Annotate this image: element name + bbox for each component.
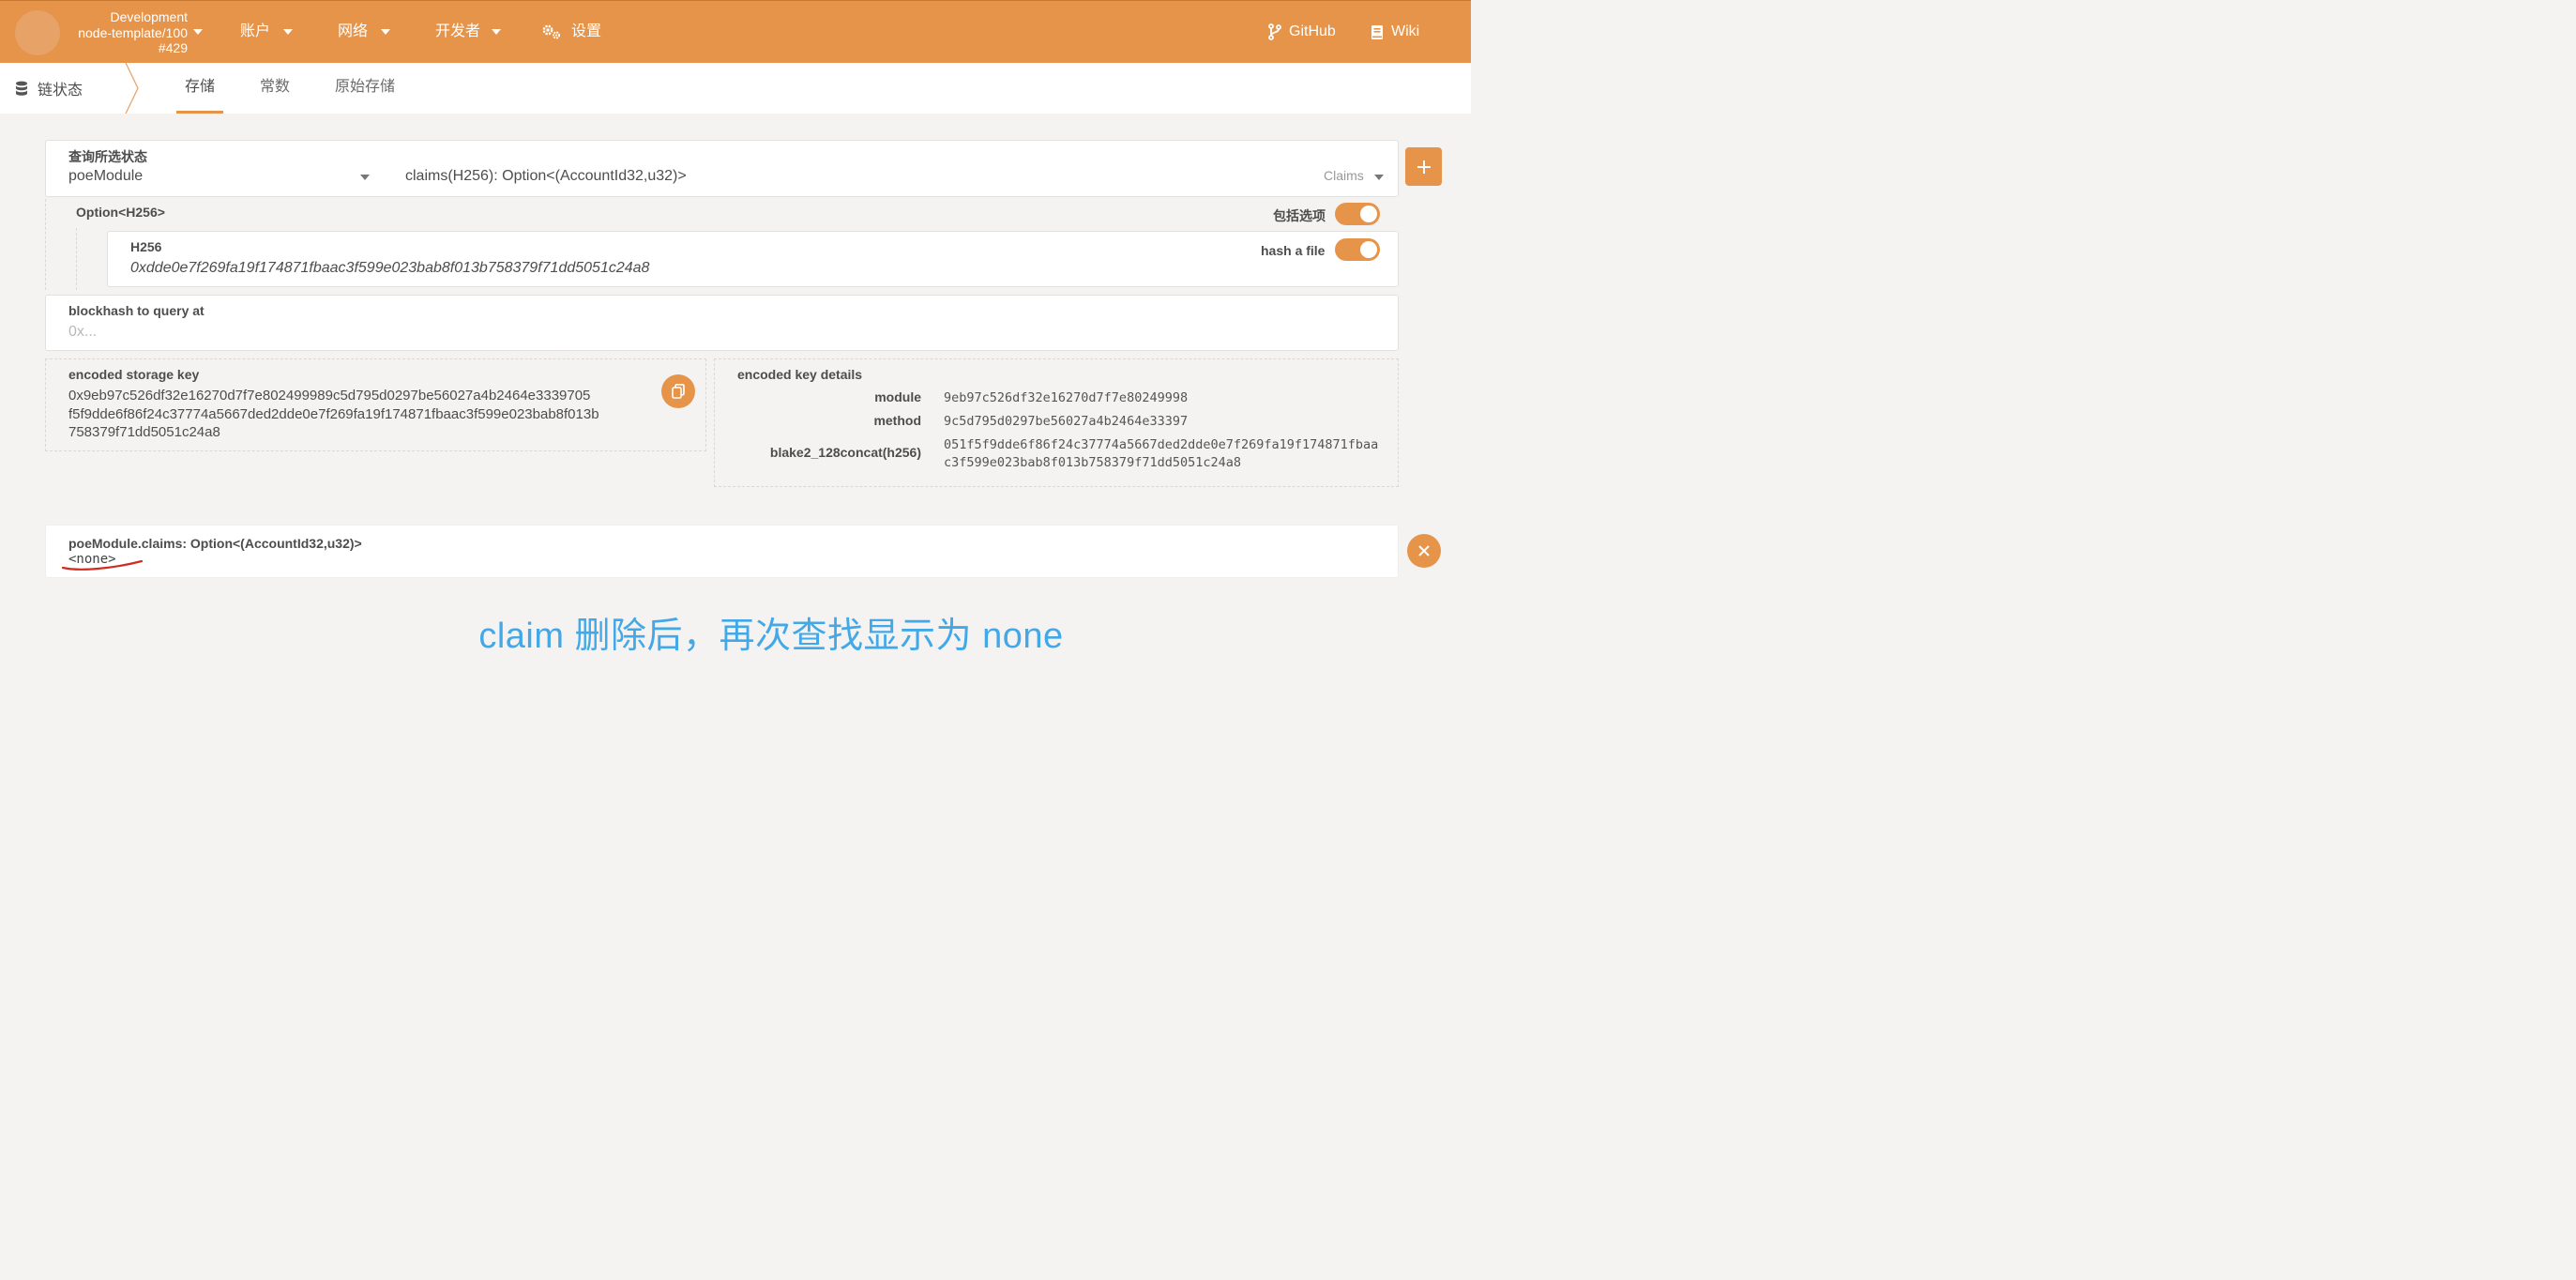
query-result-card: poeModule.claims: Option<(AccountId32,u3… (45, 525, 1399, 578)
chevron-down-icon[interactable] (360, 175, 370, 180)
close-icon (1418, 545, 1430, 556)
h256-value[interactable]: 0xdde0e7f269fa19f174871fbaac3f599e023bab… (130, 260, 649, 277)
hash-file-toggle[interactable] (1335, 238, 1380, 261)
chain-runtime: node-template/100 (78, 24, 188, 40)
book-icon (1371, 24, 1383, 39)
include-option-toggle[interactable] (1335, 203, 1380, 225)
encoded-storage-key-box: encoded storage key 0x9eb97c526df32e1627… (45, 358, 706, 451)
h256-label: H256 (130, 239, 162, 254)
chain-logo[interactable] (15, 10, 60, 55)
chevron-down-icon[interactable] (1374, 175, 1384, 180)
chain-selector[interactable]: Development node-template/100 #429 (66, 9, 188, 56)
encoded-key-line: 0x9eb97c526df32e16270d7f7e802499989c5d79… (68, 388, 591, 404)
chain-network: Development (110, 9, 189, 24)
chevron-down-icon[interactable] (193, 29, 203, 35)
hash-file-label: hash a file (1261, 243, 1326, 258)
copy-icon (672, 384, 685, 399)
gears-icon (542, 24, 560, 39)
nav-developer[interactable]: 开发者 (435, 22, 502, 42)
include-option-label: 包括选项 (1273, 208, 1326, 223)
nav-label: 账户 (240, 23, 271, 39)
param-divider (45, 199, 47, 290)
github-link[interactable]: GitHub (1267, 22, 1336, 42)
nav-label: 开发者 (435, 23, 481, 39)
encoded-key-value[interactable]: 0x9eb97c526df32e16270d7f7e802499989c5d79… (68, 387, 688, 442)
top-navbar: Development node-template/100 #429 账户 网络… (0, 0, 1471, 63)
method-dropdown[interactable]: claims(H256): Option<(AccountId32,u32)> (405, 168, 687, 185)
blockhash-label: blockhash to query at (68, 303, 205, 318)
caret-down-icon (492, 29, 502, 35)
nav-label: 设置 (571, 23, 602, 39)
breadcrumb-chevron-icon (125, 63, 139, 114)
encoded-key-line: 758379f71dd5051c24a8 (68, 424, 220, 440)
key-detail-name: method (873, 413, 921, 428)
blockhash-input[interactable]: 0x... (68, 324, 97, 341)
plus-icon (1417, 160, 1431, 174)
tab-constants[interactable]: 常数 (251, 63, 298, 114)
red-underline-mark (61, 559, 144, 571)
storage-query-selector: 查询所选状态 poeModule claims(H256): Option<(A… (45, 140, 1399, 197)
copy-button[interactable] (661, 374, 695, 408)
code-branch-icon (1268, 23, 1281, 40)
nav-accounts[interactable]: 账户 (240, 22, 294, 42)
annotation-caption: claim 删除后，再次查找显示为 none (478, 617, 1064, 656)
key-details-label: encoded key details (737, 367, 863, 382)
wiki-label: Wiki (1391, 23, 1420, 39)
encoded-key-label: encoded storage key (68, 367, 200, 382)
module-dropdown[interactable]: poeModule (68, 168, 143, 185)
database-icon (16, 81, 27, 96)
key-detail-value: 051f5f9dde6f86f24c37774a5667ded2dde0e7f2… (944, 437, 1379, 470)
nav-network[interactable]: 网络 (338, 22, 391, 42)
caret-down-icon (381, 29, 391, 35)
section-title: 链状态 (38, 83, 83, 99)
tab-storage[interactable]: 存储 (176, 63, 223, 114)
method-name: Claims (1324, 168, 1364, 183)
key-detail-name: module (874, 389, 921, 404)
chain-block-number: #429 (158, 40, 188, 55)
h256-input-field[interactable]: H256 0xdde0e7f269fa19f174871fbaac3f599e0… (107, 231, 1399, 287)
blockhash-field[interactable]: blockhash to query at 0x... (45, 295, 1399, 351)
add-query-button[interactable] (1405, 147, 1442, 186)
key-detail-value: 9c5d795d0297be56027a4b2464e33397 (944, 414, 1189, 429)
key-detail-name: blake2_128concat(h256) (769, 445, 921, 460)
tab-raw-storage[interactable]: 原始存储 (326, 63, 403, 114)
caret-down-icon (283, 29, 294, 35)
encoded-key-details-box: encoded key details module 9eb97c526df32… (714, 358, 1399, 487)
option-type-label: Option<H256> (76, 205, 165, 220)
encoded-key-line: f5f9dde6f86f24c37774a5667ded2dde0e7f269f… (68, 405, 599, 422)
nav-settings[interactable]: 设置 (541, 22, 601, 42)
param-divider (76, 228, 78, 290)
tab-bar: 链状态 存储 常数 原始存储 (0, 63, 1471, 114)
wiki-link[interactable]: Wiki (1371, 22, 1419, 42)
query-label: 查询所选状态 (68, 149, 147, 164)
result-label: poeModule.claims: Option<(AccountId32,u3… (68, 536, 362, 551)
github-label: GitHub (1289, 23, 1336, 39)
remove-result-button[interactable] (1407, 534, 1441, 568)
section-chain-state: 链状态 (15, 63, 83, 114)
key-detail-value: 9eb97c526df32e16270d7f7e80249998 (944, 390, 1189, 405)
nav-label: 网络 (338, 23, 369, 39)
